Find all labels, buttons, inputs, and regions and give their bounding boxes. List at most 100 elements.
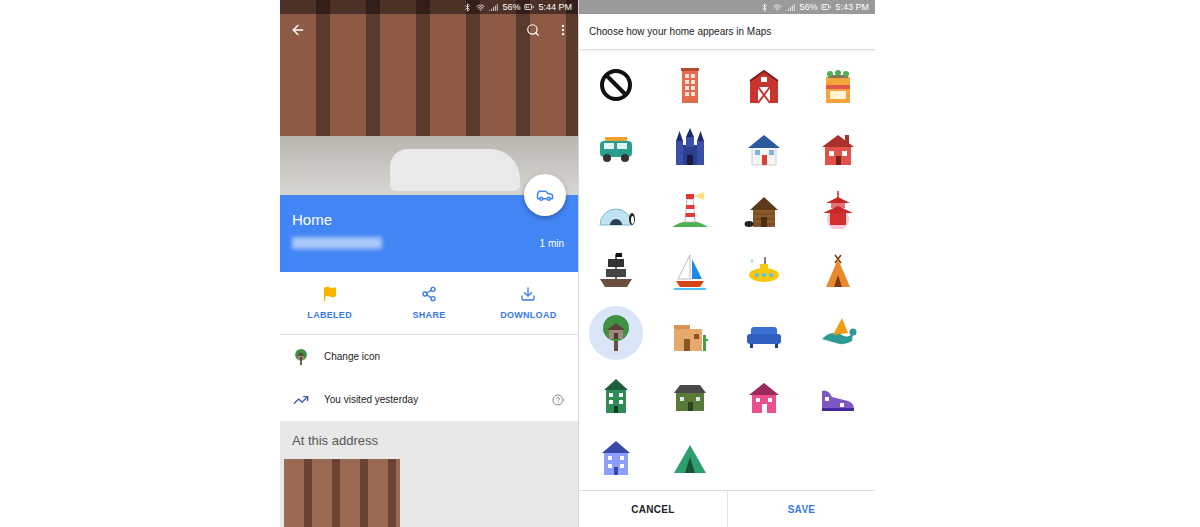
selection-halo <box>811 182 865 236</box>
icon-option[interactable] <box>727 240 801 302</box>
bluetooth-icon <box>760 3 769 12</box>
icon-option[interactable] <box>801 54 875 116</box>
search-button[interactable] <box>526 23 540 37</box>
download-button[interactable]: DOWNLOAD <box>479 272 578 334</box>
more-vertical-icon <box>556 23 570 37</box>
teepee-icon <box>818 251 858 291</box>
parked-car <box>390 149 520 191</box>
selection-halo <box>589 244 643 298</box>
blue-roof-house-icon <box>744 127 784 167</box>
cabin-icon <box>744 189 784 229</box>
cancel-button[interactable]: CANCEL <box>579 491 727 527</box>
icon-option[interactable] <box>653 364 727 426</box>
icon-option[interactable] <box>653 240 727 302</box>
car-icon <box>536 186 554 204</box>
address-blur <box>292 237 382 249</box>
building-photo[interactable] <box>284 459 400 527</box>
search-icon <box>526 23 540 37</box>
dialog-footer: CANCELSAVE <box>579 490 875 527</box>
change-icon-row[interactable]: Change icon <box>280 335 578 378</box>
selection-halo <box>811 368 865 422</box>
icon-option[interactable] <box>653 302 727 364</box>
icon-option[interactable] <box>579 426 653 488</box>
pink-house-icon <box>744 375 784 415</box>
selection-halo <box>811 120 865 174</box>
help-icon[interactable] <box>552 394 564 406</box>
history-row[interactable]: You visited yesterday <box>280 378 578 421</box>
section-title: At this address <box>284 433 578 449</box>
icon-option[interactable] <box>801 302 875 364</box>
icon-option[interactable] <box>727 302 801 364</box>
icon-option[interactable] <box>653 54 727 116</box>
icon-option[interactable] <box>801 116 875 178</box>
icon-option[interactable] <box>727 54 801 116</box>
shop-icon <box>818 65 858 105</box>
directions-button[interactable] <box>524 174 566 216</box>
photo-toolbar <box>290 22 570 38</box>
status-bar: 56%5:44 PM <box>280 0 578 14</box>
castle-icon <box>670 127 710 167</box>
selection-halo <box>589 306 643 360</box>
icon-option[interactable] <box>727 178 801 240</box>
selection-halo <box>663 182 717 236</box>
icon-option[interactable] <box>579 364 653 426</box>
selection-halo <box>589 58 643 112</box>
clock: 5:43 PM <box>835 3 869 12</box>
icon-option[interactable] <box>727 116 801 178</box>
green-house-icon <box>670 375 710 415</box>
sofa-icon <box>744 313 784 353</box>
icon-option[interactable] <box>727 364 801 426</box>
icon-option[interactable] <box>801 178 875 240</box>
selection-halo <box>663 430 717 484</box>
van-icon <box>596 127 636 167</box>
icon-option[interactable] <box>579 302 653 364</box>
selection-halo <box>589 120 643 174</box>
icon-option[interactable] <box>579 116 653 178</box>
icon-grid <box>579 50 875 490</box>
street-view-photo: 56%5:44 PM <box>280 0 578 195</box>
flag-button[interactable]: LABELED <box>280 272 379 334</box>
trend-icon <box>293 392 309 408</box>
sailboat-icon <box>670 251 710 291</box>
tent-icon <box>670 437 710 477</box>
purple-house-icon <box>596 437 636 477</box>
selection-halo <box>737 120 791 174</box>
red-house-icon <box>818 127 858 167</box>
icon-option[interactable] <box>579 54 653 116</box>
icon-option[interactable] <box>653 426 727 488</box>
place-header: Home1 min <box>280 195 578 272</box>
battery-icon <box>524 2 534 12</box>
share-icon <box>421 286 437 302</box>
more-button[interactable] <box>556 23 570 37</box>
picker-title: Choose how your home appears in Maps <box>579 14 875 50</box>
share-button[interactable]: SHARE <box>379 272 478 334</box>
signal-icon <box>489 3 498 12</box>
lighthouse-icon <box>670 189 710 229</box>
selection-halo <box>737 306 791 360</box>
selection-halo <box>663 306 717 360</box>
back-button[interactable] <box>290 22 306 38</box>
selection-halo <box>663 244 717 298</box>
pagoda-icon <box>818 189 858 229</box>
selection-halo <box>811 244 865 298</box>
selection-halo <box>811 306 865 360</box>
icon-option[interactable] <box>653 178 727 240</box>
icon-option[interactable] <box>801 240 875 302</box>
selection-halo <box>663 58 717 112</box>
icon-option[interactable] <box>653 116 727 178</box>
icon-option[interactable] <box>579 240 653 302</box>
row-label: You visited yesterday <box>324 394 538 405</box>
save-button[interactable]: SAVE <box>727 491 875 527</box>
address-section: At this address <box>280 421 578 527</box>
selection-halo <box>589 368 643 422</box>
icon-option[interactable] <box>801 364 875 426</box>
wifi-icon <box>476 3 485 12</box>
screenshot-pair: 56%5:44 PMHome1 minLABELEDSHAREDOWNLOADC… <box>0 0 1200 527</box>
submarine-icon <box>744 251 784 291</box>
icon-option[interactable] <box>579 178 653 240</box>
treehouse-icon <box>292 348 310 366</box>
status-bar: 56%5:43 PM <box>579 0 875 14</box>
selection-halo <box>663 120 717 174</box>
pirate-ship-icon <box>596 251 636 291</box>
icon-picker-screen: 56%5:43 PMChoose how your home appears i… <box>578 0 875 527</box>
